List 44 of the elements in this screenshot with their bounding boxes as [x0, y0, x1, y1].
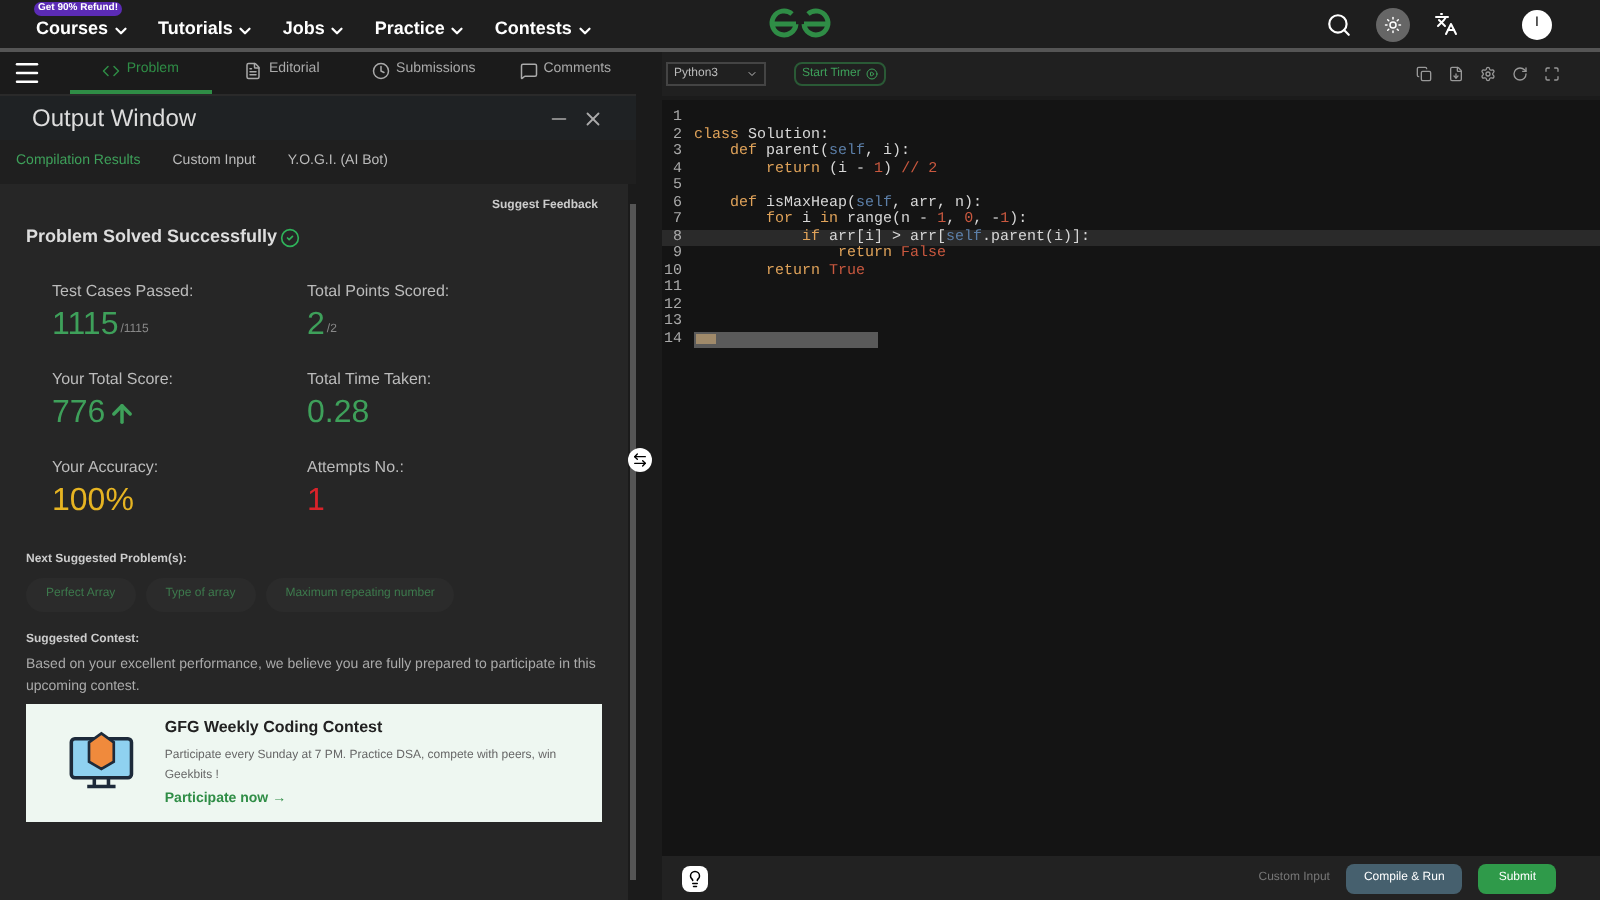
fullscreen-icon[interactable]	[1544, 66, 1560, 82]
search-icon[interactable]	[1326, 11, 1352, 37]
close-icon[interactable]	[582, 107, 604, 129]
settings-icon[interactable]	[1480, 66, 1496, 82]
document-icon	[244, 62, 263, 80]
stat-value: 1	[307, 481, 325, 521]
play-icon	[866, 68, 879, 80]
chat-icon	[519, 62, 538, 80]
stat-label: Your Total Score:	[52, 367, 175, 391]
stat-label: Total Time Taken:	[307, 367, 434, 391]
menu-icon[interactable]	[12, 58, 42, 88]
check-icon	[279, 227, 300, 248]
translate-icon[interactable]	[1434, 12, 1458, 36]
stat-value: 100%	[52, 481, 134, 521]
stat-label: Your Accuracy:	[52, 455, 161, 479]
nav-menu[interactable]: Contests	[494, 16, 594, 44]
nav-menu[interactable]: Tutorials	[158, 16, 255, 44]
resize-icon	[632, 452, 648, 468]
lightbulb-icon	[686, 869, 704, 887]
reset-icon[interactable]	[1512, 66, 1528, 82]
stat-value: 1115	[52, 305, 119, 345]
code-icon	[102, 62, 121, 80]
resize-handle[interactable]	[628, 448, 652, 472]
copy-icon[interactable]	[1416, 66, 1432, 82]
sun-icon	[1384, 15, 1402, 33]
clock-icon	[372, 62, 391, 80]
logo-icon	[768, 6, 832, 42]
status-text: Problem Solved Successfully	[26, 224, 278, 250]
hint-button[interactable]	[682, 865, 708, 891]
download-icon[interactable]	[1448, 66, 1464, 82]
scrollbar[interactable]	[629, 204, 635, 880]
stat-value: 2	[307, 305, 325, 345]
stat-value: 0.28	[307, 393, 370, 433]
nav-menu[interactable]: Practice	[374, 16, 467, 44]
stat-label: Test Cases Passed:	[52, 279, 196, 303]
contest-title: GFG Weekly Coding Contest	[164, 715, 385, 739]
window-title: Output Window	[32, 102, 197, 136]
stat-value: 776	[52, 393, 106, 433]
chevron-icon	[746, 68, 758, 80]
theme-toggle[interactable]	[1376, 7, 1410, 41]
stat-label: Total Points Scored:	[307, 279, 452, 303]
nav-menu[interactable]: Jobs	[282, 16, 347, 44]
nav-menu[interactable]: Courses	[36, 16, 131, 44]
stat-label: Attempts No.:	[307, 455, 406, 479]
